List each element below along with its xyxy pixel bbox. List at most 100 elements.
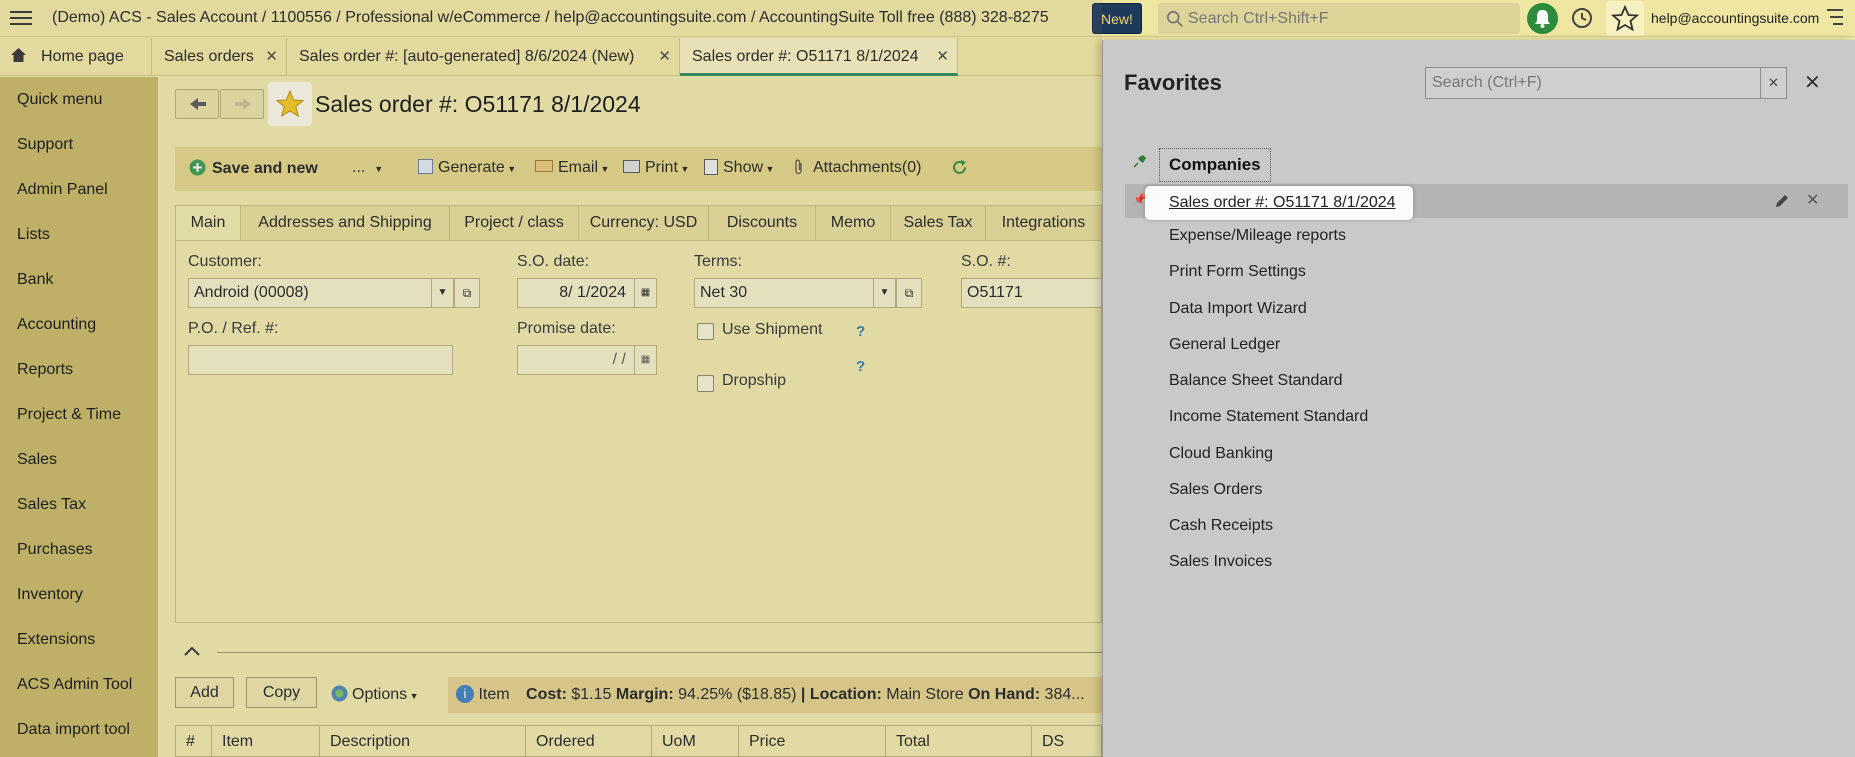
notifications-bell-icon[interactable] [1527, 3, 1558, 34]
close-panel-icon[interactable]: ✕ [1804, 70, 1821, 95]
close-tab-icon[interactable]: ✕ [265, 38, 278, 76]
close-tab-icon[interactable]: ✕ [936, 38, 949, 76]
help-icon[interactable]: ? [856, 358, 865, 375]
sidebar-item-reports[interactable]: Reports [17, 361, 73, 379]
forward-button[interactable] [220, 89, 264, 119]
sidebar-item-accounting[interactable]: Accounting [17, 316, 96, 334]
terms-label: Terms: [694, 253, 742, 270]
so-date-field[interactable]: 8/ 1/2024 ▦ [517, 278, 657, 308]
copy-line-button[interactable]: Copy [246, 677, 317, 708]
add-to-favorites-button[interactable] [268, 82, 312, 126]
sidebar-item-acs-admin-tool[interactable]: ACS Admin Tool [17, 676, 132, 694]
help-icon[interactable]: ? [856, 323, 865, 340]
chevron-down-icon[interactable]: ▼ [873, 279, 895, 307]
column-header-item[interactable]: Item [212, 726, 320, 757]
calendar-icon[interactable]: ▦ [634, 346, 656, 374]
user-email[interactable]: help@accountingsuite.com [1651, 10, 1819, 26]
generate-button[interactable]: Generate ▼ [418, 159, 516, 177]
so-number-field[interactable]: O51171 [961, 278, 1101, 308]
show-button[interactable]: Show ▼ [704, 159, 774, 177]
back-button[interactable] [175, 89, 219, 119]
hamburger-menu-icon[interactable] [10, 8, 32, 28]
column-header-ds[interactable]: DS [1032, 726, 1102, 757]
favorite-item[interactable]: Sales order #: O51171 8/1/2024 [1145, 186, 1413, 220]
clear-search-icon[interactable]: ✕ [1760, 67, 1787, 99]
subtab-discounts[interactable]: Discounts [708, 205, 816, 241]
favorites-star-button[interactable] [1606, 1, 1644, 36]
sidebar-item-sales[interactable]: Sales [17, 451, 57, 469]
sidebar-item-inventory[interactable]: Inventory [17, 586, 83, 604]
favorites-search-input[interactable]: Search (Ctrl+F) [1425, 67, 1762, 99]
attachments-button[interactable]: Attachments(0) [793, 159, 921, 177]
po-ref-field[interactable] [188, 345, 453, 375]
sidebar-item-project-time[interactable]: Project & Time [17, 406, 121, 424]
document-subtabs: Main Addresses and Shipping Project / cl… [175, 205, 1102, 241]
subtab-project-class[interactable]: Project / class [449, 205, 579, 241]
column-header-total[interactable]: Total [886, 726, 1032, 757]
arrow-left-icon [190, 98, 206, 110]
options-button[interactable]: Options ▼ [330, 684, 419, 704]
email-button[interactable]: Email ▼ [535, 159, 609, 177]
subtab-main[interactable]: Main [175, 205, 241, 241]
subtab-integrations[interactable]: Integrations [985, 205, 1102, 241]
favorite-item[interactable]: Income Statement Standard [1169, 408, 1368, 426]
open-terms-button[interactable]: ⧉ [896, 278, 922, 308]
tab-new-sales-order[interactable]: Sales order #: [auto-generated] 8/6/2024… [287, 38, 680, 76]
delete-icon[interactable]: ✕ [1806, 190, 1819, 210]
subtab-memo[interactable]: Memo [815, 205, 891, 241]
favorite-item[interactable]: Print Form Settings [1169, 263, 1306, 281]
favorite-item[interactable]: Expense/Mileage reports [1169, 227, 1346, 245]
tab-sales-orders[interactable]: Sales orders ✕ [152, 38, 287, 76]
favorite-item[interactable]: Cloud Banking [1169, 445, 1273, 463]
subtab-currency[interactable]: Currency: USD [578, 205, 709, 241]
dropship-checkbox[interactable] [697, 375, 714, 392]
close-tab-icon[interactable]: ✕ [658, 38, 671, 76]
sidebar-item-support[interactable]: Support [17, 136, 73, 154]
promise-date-field[interactable]: / / ▦ [517, 345, 657, 375]
sidebar-item-extensions[interactable]: Extensions [17, 631, 95, 649]
favorite-item[interactable]: Sales Invoices [1169, 553, 1272, 571]
terms-field[interactable]: Net 30 ▼ [694, 278, 896, 308]
sidebar-item-data-import-tool[interactable]: Data import tool [17, 721, 130, 739]
column-header-ordered[interactable]: Ordered [526, 726, 652, 757]
sidebar-item-sales-tax[interactable]: Sales Tax [17, 496, 86, 514]
column-header-number[interactable]: # [176, 726, 212, 757]
column-header-uom[interactable]: UoM [652, 726, 739, 757]
favorite-item[interactable]: Data Import Wizard [1169, 300, 1307, 318]
edit-pencil-icon[interactable] [1774, 193, 1790, 209]
open-customer-button[interactable]: ⧉ [454, 278, 480, 308]
pin-icon[interactable] [1132, 153, 1148, 169]
sidebar-item-bank[interactable]: Bank [17, 271, 53, 289]
history-icon[interactable] [1570, 6, 1594, 30]
column-header-price[interactable]: Price [739, 726, 886, 757]
favorite-item[interactable]: General Ledger [1169, 336, 1280, 354]
customer-field[interactable]: Android (00008) ▼ [188, 278, 454, 308]
add-line-button[interactable]: Add [175, 677, 234, 708]
arrow-right-icon [235, 98, 251, 110]
favorite-item[interactable]: Sales Orders [1169, 481, 1262, 499]
print-button[interactable]: Print ▼ [623, 159, 689, 177]
use-shipment-checkbox[interactable] [697, 323, 714, 340]
new-badge[interactable]: New! [1092, 3, 1142, 34]
favorite-item[interactable]: Balance Sheet Standard [1169, 372, 1342, 390]
chevron-up-icon[interactable] [183, 645, 201, 657]
chevron-down-icon[interactable]: ▼ [431, 279, 453, 307]
tree-structure-icon[interactable] [1825, 7, 1845, 29]
favorites-group-companies[interactable]: Companies [1159, 148, 1271, 182]
global-search[interactable] [1158, 3, 1520, 34]
global-search-input[interactable] [1184, 3, 1514, 34]
sidebar-item-admin-panel[interactable]: Admin Panel [17, 181, 108, 199]
more-actions-button[interactable]: ... ▼ [352, 159, 383, 177]
sidebar-item-quick-menu[interactable]: Quick menu [17, 91, 102, 109]
sidebar-item-purchases[interactable]: Purchases [17, 541, 93, 559]
refresh-icon[interactable] [951, 159, 968, 176]
tab-sales-order-o51171[interactable]: Sales order #: O51171 8/1/2024 ✕ [680, 38, 958, 76]
tab-home[interactable]: Home page [0, 38, 152, 76]
favorite-item[interactable]: Cash Receipts [1169, 517, 1273, 535]
calendar-icon[interactable]: ▦ [634, 279, 656, 307]
subtab-addresses-shipping[interactable]: Addresses and Shipping [240, 205, 450, 241]
save-and-new-button[interactable]: Save and new [189, 159, 318, 178]
column-header-description[interactable]: Description [320, 726, 526, 757]
sidebar-item-lists[interactable]: Lists [17, 226, 50, 244]
subtab-sales-tax[interactable]: Sales Tax [890, 205, 986, 241]
